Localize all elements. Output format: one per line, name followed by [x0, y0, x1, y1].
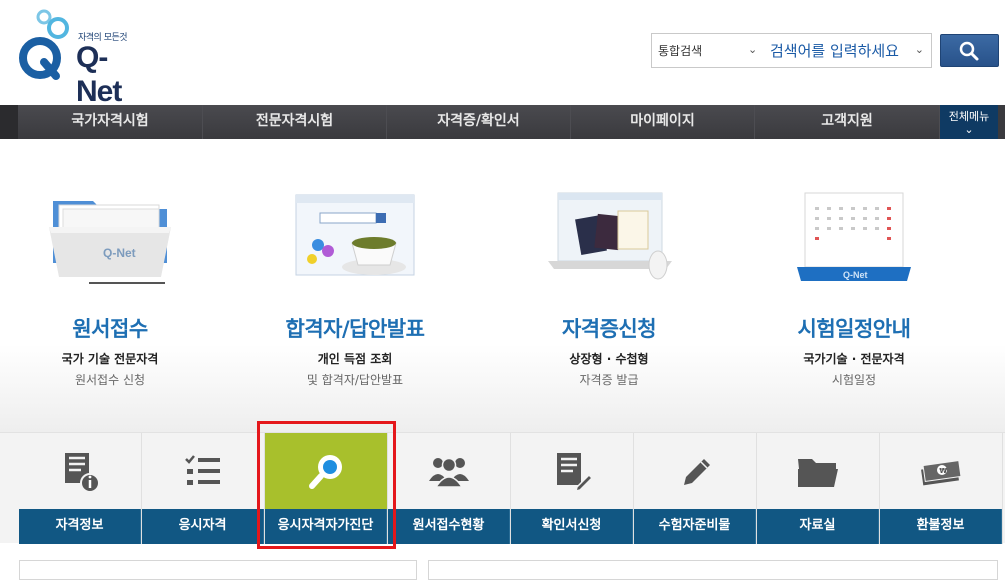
- search-icon: [959, 41, 979, 61]
- bottom-panel-right: [428, 560, 998, 580]
- gnb-customer-support[interactable]: 고객지원: [755, 105, 940, 139]
- card-title: 합격자/답안발표: [285, 317, 425, 341]
- bottom-panel-left: [19, 560, 417, 580]
- quick-item-eligibility[interactable]: 응시자격: [142, 433, 265, 544]
- people-group-icon: [429, 457, 469, 488]
- card-title: 자격증신청: [561, 317, 657, 341]
- pencil-icon: [684, 459, 710, 485]
- document-edit-icon: [557, 453, 594, 493]
- quick-item-label: 환불정보: [880, 509, 1002, 544]
- quick-item-qualification-info[interactable]: 자격정보: [19, 433, 142, 544]
- search-input[interactable]: [766, 34, 931, 67]
- quick-item-refund-info[interactable]: ₩ 환불정보: [880, 433, 1003, 544]
- quick-item-supplies[interactable]: 수험자준비물: [634, 433, 757, 544]
- card-subtitle: 국가 기술 전문자격: [61, 352, 159, 366]
- gnb-professional-exam[interactable]: 전문자격시험: [203, 105, 387, 139]
- card-subtitle: 상장형 · 수첩형: [569, 352, 649, 366]
- quick-item-label: 확인서신청: [511, 509, 633, 544]
- folder-illustration-icon: Q-Net: [49, 201, 171, 284]
- gnb-national-exam[interactable]: 국가자격시험: [18, 105, 203, 139]
- quick-item-application-status[interactable]: 원서접수현황: [388, 433, 511, 544]
- document-info-icon: [65, 453, 100, 493]
- checklist-icon: [185, 455, 220, 485]
- quick-item-self-diagnosis[interactable]: 응시자격자가진단: [265, 433, 388, 544]
- quick-item-resources[interactable]: 자료실: [757, 433, 880, 544]
- svg-text:Q-Net: Q-Net: [103, 246, 136, 260]
- gnb-edge: [0, 105, 18, 139]
- money-icon: ₩: [921, 460, 962, 486]
- quick-item-confirmation-request[interactable]: 확인서신청: [511, 433, 634, 544]
- chevron-down-icon: ⌄: [748, 43, 758, 56]
- calendar-illustration-icon: Q-Net: [797, 192, 911, 281]
- laptop-certificate-illustration-icon: [548, 192, 672, 280]
- logo-text: Q-Net: [76, 41, 122, 108]
- card-title: 시험일정안내: [797, 317, 911, 341]
- folder-icon: [798, 459, 838, 487]
- card-description: 및 합격자/답안발표: [306, 373, 404, 387]
- header: 자격의 모든것 Q-Net 통합검색 ⌄ ⌄: [0, 0, 1005, 108]
- card-subtitle: 국가기술 · 전문자격: [803, 352, 905, 366]
- main-navigation: 국가자격시험 전문자격시험 자격증/확인서 마이페이지 고객지원 전체메뉴 ⌄: [0, 105, 1005, 139]
- card-subtitle: 개인 득점 조회: [317, 352, 393, 366]
- card-description: 시험일정: [831, 373, 877, 387]
- search-category-label: 통합검색: [658, 44, 703, 58]
- quick-item-label: 자료실: [757, 509, 879, 544]
- main-services: Q-Net 원서접수 국가 기술 전문자격 원서접수 신청 합격자/답안발표 개…: [0, 139, 1005, 432]
- search-button[interactable]: [940, 34, 999, 67]
- gnb-mypage[interactable]: 마이페이지: [571, 105, 755, 139]
- search-category-select[interactable]: 통합검색 ⌄: [652, 34, 766, 67]
- quick-item-label: 응시자격: [142, 509, 264, 544]
- card-title: 원서접수: [72, 317, 148, 341]
- quick-menu: 자격정보 응시자격 응시자격자가진단 원서접수현황 확인서신청 수험자준비물 자…: [0, 432, 1005, 544]
- card-description: 자격증 발급: [579, 373, 639, 387]
- all-menu-button[interactable]: 전체메뉴 ⌄: [940, 105, 998, 139]
- quick-item-label: 응시자격자가진단: [265, 509, 387, 544]
- search-box: 통합검색 ⌄ ⌄: [651, 33, 932, 68]
- quick-item-label: 자격정보: [19, 509, 141, 544]
- magnifier-icon: [309, 455, 342, 489]
- svg-text:Q-Net: Q-Net: [843, 270, 868, 280]
- browser-teacup-illustration-icon: [295, 194, 415, 276]
- qnet-logo[interactable]: 자격의 모든것 Q-Net: [18, 8, 138, 108]
- gnb-certificate[interactable]: 자격증/확인서: [387, 105, 571, 139]
- quick-item-label: 수험자준비물: [634, 509, 756, 544]
- svg-text:₩: ₩: [939, 467, 947, 475]
- card-description: 원서접수 신청: [74, 373, 146, 387]
- quick-item-label: 원서접수현황: [388, 509, 510, 544]
- all-menu-label: 전체메뉴: [948, 110, 990, 123]
- chevron-down-icon[interactable]: ⌄: [915, 43, 924, 56]
- chevron-down-icon: ⌄: [964, 123, 974, 136]
